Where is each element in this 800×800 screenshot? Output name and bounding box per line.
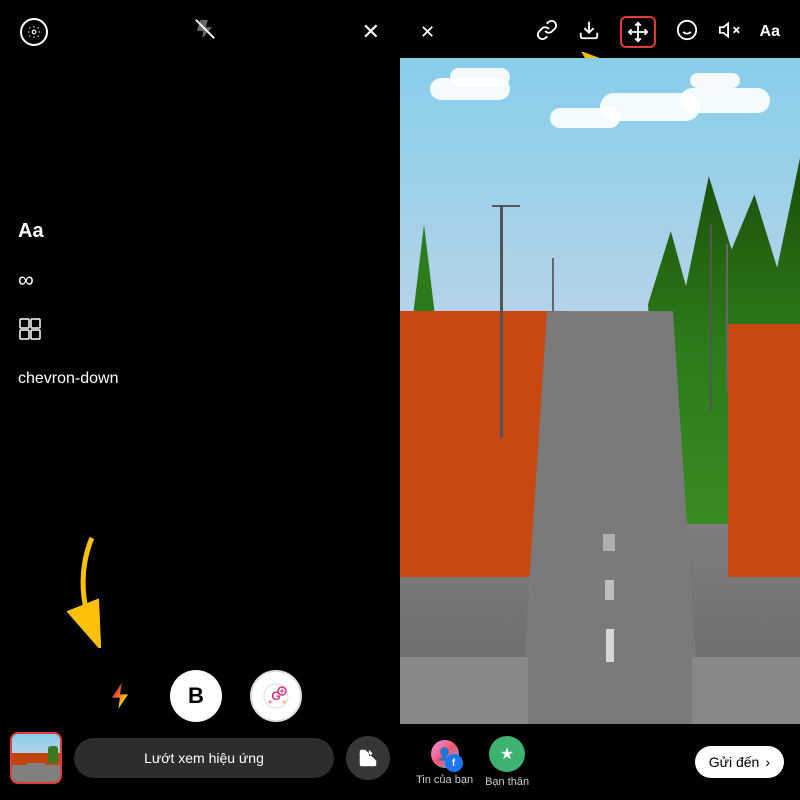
send-button[interactable]: Gửi đến › <box>695 746 784 778</box>
share-your-story[interactable]: 👤 f Tin của bạn <box>416 738 473 786</box>
effect-button[interactable]: Lướt xem hiệu ứng <box>74 738 334 778</box>
share-best-friends[interactable]: ★ Bạn thân <box>485 736 529 788</box>
close-icon-left[interactable]: ✕ <box>362 19 380 45</box>
move-icon[interactable] <box>620 16 656 48</box>
text-style-icon[interactable]: Aa <box>18 220 119 243</box>
audio-icon[interactable] <box>718 19 740 46</box>
left-sidebar: Aa ∞ chevron-down <box>18 220 119 388</box>
flash-off-icon[interactable] <box>194 18 216 46</box>
facebook-badge: f <box>445 754 463 772</box>
sticker-icon[interactable] <box>676 19 698 46</box>
yellow-arrow-down <box>62 528 122 653</box>
send-button-label: Gửi đến <box>709 754 760 770</box>
road-shoulder-right <box>692 657 800 724</box>
thumbnail-preview[interactable] <box>10 732 62 784</box>
road-scene <box>400 58 800 724</box>
effect-button-label: Lướt xem hiệu ứng <box>144 750 264 766</box>
chevron-down-icon[interactable]: chevron-down <box>18 370 119 388</box>
your-story-label: Tin của bạn <box>416 774 473 786</box>
right-panel: ✕ <box>400 0 800 800</box>
best-friends-label: Bạn thân <box>485 776 529 788</box>
pole-right-1 <box>710 225 712 411</box>
beauty-icon[interactable]: B <box>170 670 222 722</box>
cloud-6 <box>600 93 700 121</box>
bolt-effect-icon[interactable] <box>98 674 142 718</box>
beauty-label: B <box>188 683 204 709</box>
road-shoulder-left <box>400 657 528 724</box>
effect-row: Lướt xem hiệu ứng <box>10 732 390 784</box>
sparkle-effect-icon[interactable]: G + <box>250 670 302 722</box>
best-friends-icon: ★ <box>489 736 525 772</box>
top-left-bar: ✕ <box>0 0 400 56</box>
road-marking-2 <box>605 580 614 601</box>
bottom-area: B G + <box>0 652 400 800</box>
pole-left-1 <box>500 205 503 438</box>
road-marking-1 <box>606 629 613 662</box>
cloud-2 <box>450 68 510 86</box>
infinity-icon[interactable]: ∞ <box>18 267 119 293</box>
cloud-4 <box>690 73 740 88</box>
send-arrow-icon: › <box>765 754 770 770</box>
grid-layout-icon[interactable] <box>18 317 119 346</box>
text-tool-icon[interactable]: Aa <box>760 23 780 41</box>
your-story-avatar: 👤 f <box>429 738 461 770</box>
settings-icon[interactable] <box>20 18 48 46</box>
close-icon-right[interactable]: ✕ <box>420 22 435 43</box>
bottom-right-bar: 👤 f Tin của bạn ★ Bạn thân Gửi đến › <box>400 724 800 800</box>
share-options: 👤 f Tin của bạn ★ Bạn thân <box>416 736 529 788</box>
road-marking-3 <box>603 534 616 551</box>
dirt-right <box>728 324 800 577</box>
left-panel: ✕ Aa ∞ chevron-down <box>0 0 400 800</box>
wire-left-1 <box>492 205 520 207</box>
top-icons-group: Aa <box>536 16 780 48</box>
link-icon[interactable] <box>536 19 558 46</box>
thumbnail-image <box>12 734 60 782</box>
road-surface <box>520 311 700 724</box>
main-image <box>400 58 800 724</box>
pole-right-2 <box>726 244 728 391</box>
effect-icons-row: B G + <box>10 662 390 732</box>
camera-swap-button[interactable] <box>346 736 390 780</box>
download-icon[interactable] <box>578 19 600 46</box>
top-right-bar: ✕ <box>400 0 800 58</box>
